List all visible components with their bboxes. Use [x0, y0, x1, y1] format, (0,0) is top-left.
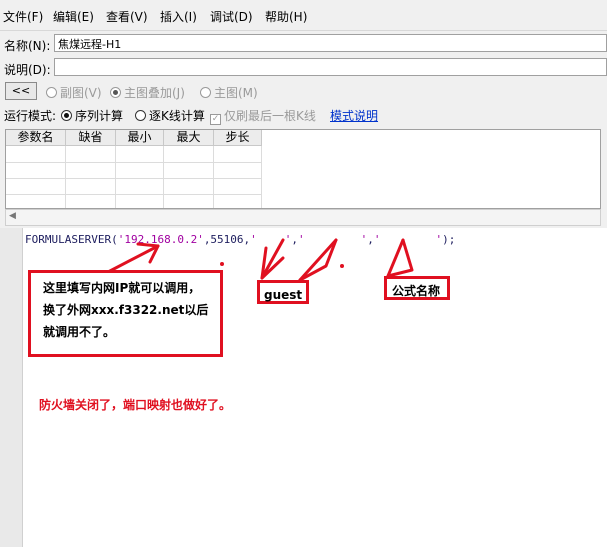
ip-note-line: 就调用不了。 [43, 325, 116, 339]
formula-name-note-text: 公式名称 [392, 284, 441, 298]
guest-note-box: guest [257, 280, 309, 304]
guest-note-text: guest [264, 288, 303, 302]
ip-note-box: 这里填写内网IP就可以调用， 换了外网xxx.f3322.net以后 就调用不了… [28, 270, 223, 357]
firewall-note: 防火墙关闭了，端口映射也做好了。 [39, 398, 232, 412]
ip-note-line: 这里填写内网IP就可以调用， [43, 281, 201, 295]
formula-name-note-box: 公式名称 [384, 276, 450, 300]
ip-note-line: 换了外网xxx.f3322.net以后 [43, 303, 209, 317]
